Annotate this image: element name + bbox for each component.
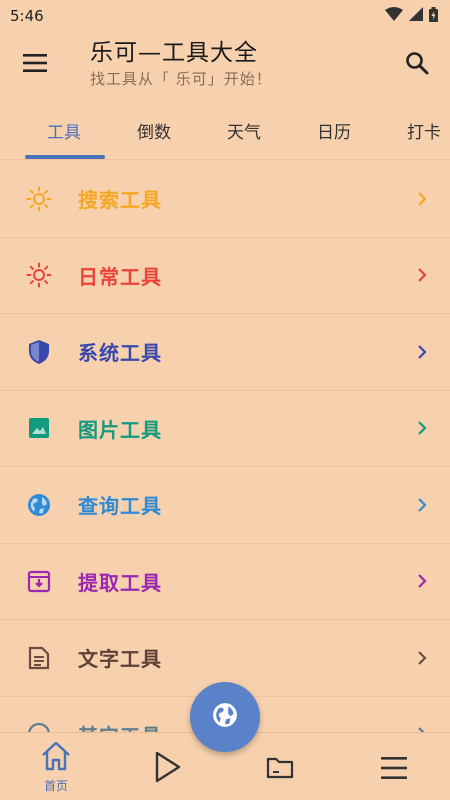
app-subtitle: 找工具从「 乐可」开始！: [90, 70, 272, 88]
play-icon: [154, 751, 182, 787]
app-title: 乐可—工具大全: [90, 40, 258, 66]
tab-weather[interactable]: 天气: [227, 118, 261, 143]
chevron-right-icon: [416, 267, 428, 283]
circle-icon: [26, 721, 52, 732]
search-icon: [405, 51, 429, 79]
chevron-right-icon: [416, 650, 428, 666]
tab-calendar[interactable]: 日历: [317, 118, 351, 143]
app-bar: 乐可—工具大全 找工具从「 乐可」开始！: [0, 32, 450, 100]
nav-play[interactable]: [138, 741, 198, 797]
tool-label: 搜索工具: [78, 188, 162, 213]
globe-icon: [212, 702, 238, 732]
tab-checkin[interactable]: 打卡: [407, 118, 441, 143]
nav-menu[interactable]: [364, 741, 424, 797]
tool-row-extract[interactable]: 提取工具: [0, 544, 450, 620]
tool-label: 文字工具: [78, 647, 162, 672]
battery-icon: [429, 6, 438, 26]
nav-home-label: 首页: [43, 779, 68, 793]
status-time: 5:46: [10, 7, 44, 25]
tool-list: 搜索工具 日常工具 系统工具 图片工具 查询工具 提取工具 文字工具: [0, 161, 450, 732]
menu-button[interactable]: [18, 50, 52, 80]
status-bar: 5:46: [0, 0, 450, 32]
wifi-icon: [385, 7, 403, 25]
document-icon: [26, 645, 52, 671]
chevron-right-icon: [416, 191, 428, 207]
tab-tools[interactable]: 工具: [47, 118, 81, 143]
tab-indicator: [25, 155, 105, 159]
chevron-right-icon: [416, 573, 428, 589]
tool-label: 提取工具: [78, 570, 162, 595]
search-button[interactable]: [400, 48, 434, 82]
tool-label: 查询工具: [78, 494, 162, 519]
fab-button[interactable]: [190, 682, 260, 752]
globe-icon: [26, 492, 52, 518]
tool-row-query[interactable]: 查询工具: [0, 467, 450, 544]
image-icon: [26, 415, 52, 441]
tool-label: 其它工具: [78, 720, 162, 732]
tool-label: 系统工具: [78, 341, 162, 366]
tab-bar: 工具 倒数 天气 日历 打卡: [0, 100, 450, 160]
chevron-right-icon: [416, 420, 428, 436]
chevron-right-icon: [416, 497, 428, 513]
nav-home[interactable]: 首页: [26, 741, 86, 797]
tool-row-search[interactable]: 搜索工具: [0, 161, 450, 238]
signal-icon: [409, 7, 423, 25]
folder-icon: [266, 755, 294, 783]
nav-folder[interactable]: [250, 741, 310, 797]
home-icon: [40, 741, 72, 775]
tab-countdown[interactable]: 倒数: [137, 118, 171, 143]
tool-row-image[interactable]: 图片工具: [0, 391, 450, 467]
hamburger-icon: [23, 54, 47, 76]
archive-icon: [26, 568, 52, 594]
tool-row-system[interactable]: 系统工具: [0, 314, 450, 391]
sun-icon: [26, 262, 52, 288]
shield-icon: [26, 339, 52, 365]
tool-label: 日常工具: [78, 264, 162, 289]
chevron-right-icon: [416, 344, 428, 360]
tool-row-daily[interactable]: 日常工具: [0, 238, 450, 314]
sun-outline-icon: [26, 186, 52, 212]
tool-label: 图片工具: [78, 417, 162, 442]
menu-icon: [381, 757, 407, 783]
